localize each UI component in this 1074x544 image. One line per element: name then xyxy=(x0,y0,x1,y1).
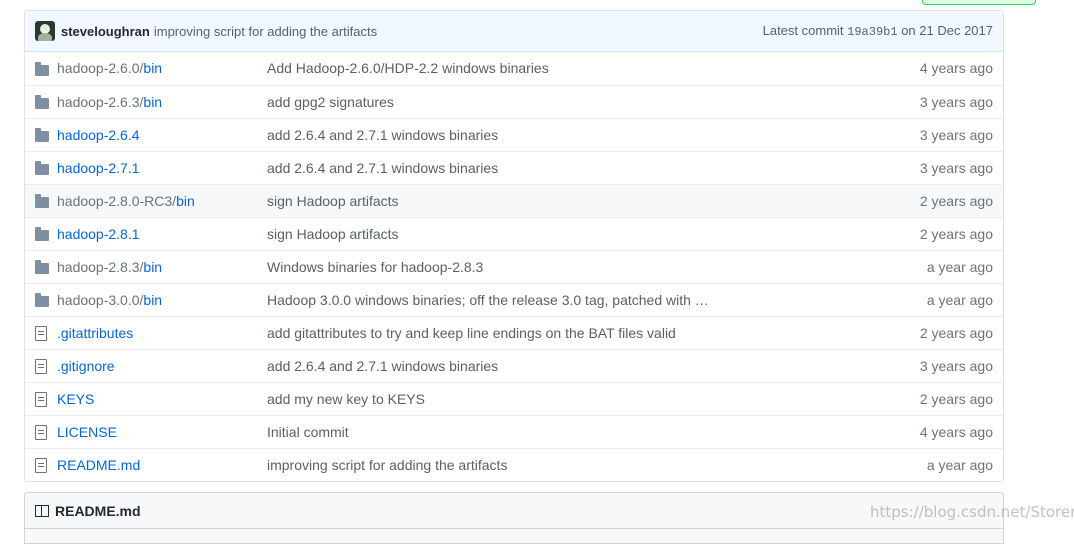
file-age: 3 years ago xyxy=(863,348,1003,382)
file-path-prefix[interactable]: hadoop-2.8.0-RC3/ xyxy=(57,193,176,209)
book-icon xyxy=(35,504,49,517)
latest-commit: Latest commit 19a39b1 on 21 Dec 2017 xyxy=(763,23,993,39)
file-age: 3 years ago xyxy=(863,84,1003,118)
commit-message-link[interactable]: sign Hadoop artifacts xyxy=(257,216,863,250)
file-age: 2 years ago xyxy=(863,216,1003,250)
table-row[interactable]: hadoop-3.0.0/bin Hadoop 3.0.0 windows bin… xyxy=(25,282,1003,316)
commit-message-link[interactable]: Add Hadoop-2.6.0/HDP-2.2 windows binarie… xyxy=(257,52,863,85)
file-name-link[interactable]: bin xyxy=(143,60,162,76)
commit-message-link[interactable]: Windows binaries for hadoop-2.8.3 xyxy=(257,249,863,283)
commit-message-link[interactable]: add 2.6.4 and 2.7.1 windows binaries xyxy=(257,150,863,184)
file-age: 3 years ago xyxy=(863,150,1003,184)
readme-header: README.md xyxy=(25,493,1003,529)
files-table: hadoop-2.6.0/bin Add Hadoop-2.6.0/HDP-2.2… xyxy=(25,52,1003,481)
file-name-link[interactable]: bin xyxy=(143,259,162,275)
commit-message-link[interactable]: Initial commit xyxy=(257,414,863,448)
commit-tease: steveloughran improving script for addin… xyxy=(25,11,1003,52)
file-age: a year ago xyxy=(863,447,1003,481)
folder-icon xyxy=(35,95,49,110)
commit-message-link[interactable]: add gpg2 signatures xyxy=(257,84,863,118)
commit-date: on 21 Dec 2017 xyxy=(901,23,993,38)
file-name-link[interactable]: README.md xyxy=(57,457,140,473)
table-row[interactable]: hadoop-2.6.0/bin Add Hadoop-2.6.0/HDP-2.2… xyxy=(25,52,1003,85)
readme-box: README.md xyxy=(24,492,1004,544)
table-row[interactable]: hadoop-2.8.1 sign Hadoop artifacts 2 years… xyxy=(25,216,1003,250)
table-row[interactable]: hadoop-2.8.3/bin Windows binaries for had… xyxy=(25,249,1003,283)
file-navigation: steveloughran improving script for addin… xyxy=(24,10,1004,482)
file-name-link[interactable]: bin xyxy=(176,193,195,209)
file-name-link[interactable]: hadoop-2.8.1 xyxy=(57,226,140,242)
file-name-link[interactable]: KEYS xyxy=(57,391,94,407)
table-row[interactable]: README.md improving script for adding the… xyxy=(25,447,1003,481)
file-age: 4 years ago xyxy=(919,60,993,77)
avatar[interactable] xyxy=(35,21,55,41)
file-name-link[interactable]: LICENSE xyxy=(57,424,117,440)
commit-message-link[interactable]: sign Hadoop artifacts xyxy=(257,183,863,217)
file-icon xyxy=(35,424,47,440)
watermark: https://blog.csdn.net/Storery xyxy=(870,503,1074,521)
file-age: a year ago xyxy=(863,282,1003,316)
table-row[interactable]: hadoop-2.7.1 add 2.6.4 and 2.7.1 windows … xyxy=(25,150,1003,184)
latest-commit-label: Latest commit xyxy=(762,23,844,38)
commit-message-link[interactable]: Hadoop 3.0.0 windows binaries; off the r… xyxy=(257,282,863,316)
folder-icon xyxy=(35,128,49,143)
table-row[interactable]: hadoop-2.6.3/bin add gpg2 signatures 3 yea… xyxy=(25,84,1003,118)
readme-title: README.md xyxy=(55,502,141,519)
file-icon xyxy=(35,391,47,407)
folder-icon xyxy=(35,161,49,176)
file-path-prefix[interactable]: hadoop-2.6.0/ xyxy=(57,60,143,76)
file-name-link[interactable]: bin xyxy=(143,94,162,110)
folder-icon xyxy=(35,293,49,308)
commit-author-link[interactable]: steveloughran xyxy=(61,24,150,39)
file-age: 3 years ago xyxy=(863,117,1003,151)
file-icon xyxy=(35,325,47,341)
table-row[interactable]: KEYS add my new key to KEYS 2 years ago xyxy=(25,381,1003,415)
commit-message-link[interactable]: add 2.6.4 and 2.7.1 windows binaries xyxy=(257,117,863,151)
file-name-link[interactable]: .gitignore xyxy=(57,358,115,374)
commit-message-link[interactable]: add my new key to KEYS xyxy=(257,381,863,415)
folder-icon xyxy=(35,227,49,242)
commit-message-link[interactable]: add 2.6.4 and 2.7.1 windows binaries xyxy=(257,348,863,382)
commit-message-link[interactable]: add gitattributes to try and keep line e… xyxy=(257,315,863,349)
file-age: a year ago xyxy=(863,249,1003,283)
clone-download-button[interactable] xyxy=(922,0,1036,5)
table-row[interactable]: LICENSE Initial commit 4 years ago xyxy=(25,414,1003,448)
file-age: 2 years ago xyxy=(863,315,1003,349)
file-age: 4 years ago xyxy=(863,414,1003,448)
commit-sha-link[interactable]: 19a39b1 xyxy=(847,25,897,39)
file-name-link[interactable]: hadoop-2.6.4 xyxy=(57,127,140,143)
table-row[interactable]: hadoop-2.6.4 add 2.6.4 and 2.7.1 windows … xyxy=(25,117,1003,151)
folder-icon xyxy=(35,194,49,209)
file-icon xyxy=(35,458,47,474)
file-path-prefix[interactable]: hadoop-3.0.0/ xyxy=(57,292,143,308)
folder-icon xyxy=(35,62,49,77)
file-icon xyxy=(35,358,47,374)
commit-message-link[interactable]: improving script for adding the artifact… xyxy=(154,24,377,39)
table-row[interactable]: .gitignore add 2.6.4 and 2.7.1 windows bi… xyxy=(25,348,1003,382)
file-name-link[interactable]: hadoop-2.7.1 xyxy=(57,160,140,176)
file-age: 2 years ago xyxy=(863,183,1003,217)
folder-icon xyxy=(35,260,49,275)
file-name-link[interactable]: .gitattributes xyxy=(57,325,133,341)
table-row[interactable]: hadoop-2.8.0-RC3/bin sign Hadoop artifact… xyxy=(25,183,1003,217)
file-name-link[interactable]: bin xyxy=(143,292,162,308)
file-age: 2 years ago xyxy=(863,381,1003,415)
file-path-prefix[interactable]: hadoop-2.8.3/ xyxy=(57,259,143,275)
table-row[interactable]: .gitattributes add gitattributes to try a… xyxy=(25,315,1003,349)
commit-message-link[interactable]: improving script for adding the artifact… xyxy=(257,447,863,481)
file-path-prefix[interactable]: hadoop-2.6.3/ xyxy=(57,94,143,110)
